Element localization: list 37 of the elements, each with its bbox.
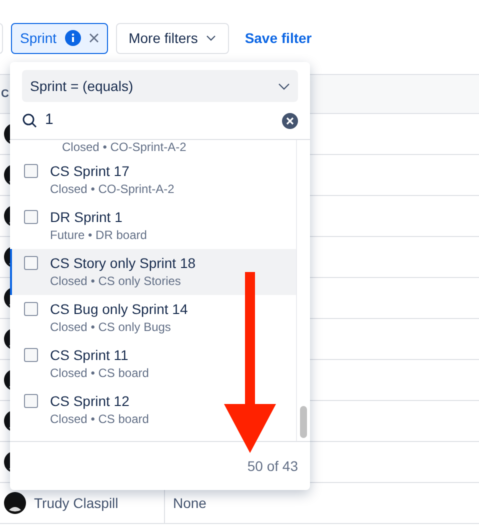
option-title: CS Bug only Sprint 14 — [50, 300, 188, 318]
chevron-down-icon — [278, 82, 290, 90]
option-title: CS Sprint 17 — [50, 162, 130, 180]
checkbox[interactable] — [24, 394, 38, 408]
result-count: 50 of 43 — [247, 456, 298, 476]
option-title: DR Sprint 1 — [50, 208, 124, 226]
operator-select[interactable]: Sprint = (equals) — [22, 70, 298, 102]
checkbox[interactable] — [24, 256, 38, 270]
column-header: C — [1, 86, 9, 102]
chevron-down-icon — [206, 35, 216, 41]
option-subtitle: Closed • CS only Bugs — [50, 319, 172, 336]
option-title: CS Story only Sprint 18 — [50, 254, 196, 272]
sprint-option[interactable]: CS Story only Sprint 18 Closed • CS only Stories — [10, 249, 296, 295]
option-title: CS Sprint 12 — [50, 392, 130, 410]
checkbox[interactable] — [24, 210, 38, 224]
table-cell-text: None — [172, 494, 206, 512]
clear-icon[interactable] — [282, 112, 298, 128]
close-icon[interactable] — [88, 33, 99, 43]
avatar — [4, 492, 26, 514]
checkbox[interactable] — [24, 302, 38, 316]
checkbox[interactable] — [24, 348, 38, 362]
option-subtitle: Closed • CO-Sprint-A-2 — [50, 181, 174, 198]
option-subtitle: Closed • CS board — [50, 411, 149, 428]
sprint-filter-chip[interactable]: Sprint — [11, 22, 108, 54]
option-subtitle: Closed • CS only Stories — [50, 273, 182, 290]
search-icon — [22, 113, 37, 128]
option-subtitle: Closed • CO-Sprint-A-2 — [62, 140, 186, 154]
scrollbar[interactable] — [296, 140, 310, 441]
table-cell-text: Trudy Claspill — [34, 494, 118, 513]
option-subtitle: Closed • CS board — [50, 365, 149, 382]
option-subtitle: Future • DR board — [50, 227, 147, 244]
save-filter-link[interactable]: Save filter — [244, 28, 312, 48]
checkbox[interactable] — [24, 164, 38, 178]
more-filters-button[interactable]: More filters — [116, 22, 229, 54]
search-field[interactable]: 1 — [45, 109, 274, 132]
option-title: CS Sprint 11 — [50, 346, 130, 364]
info-icon — [64, 30, 81, 46]
